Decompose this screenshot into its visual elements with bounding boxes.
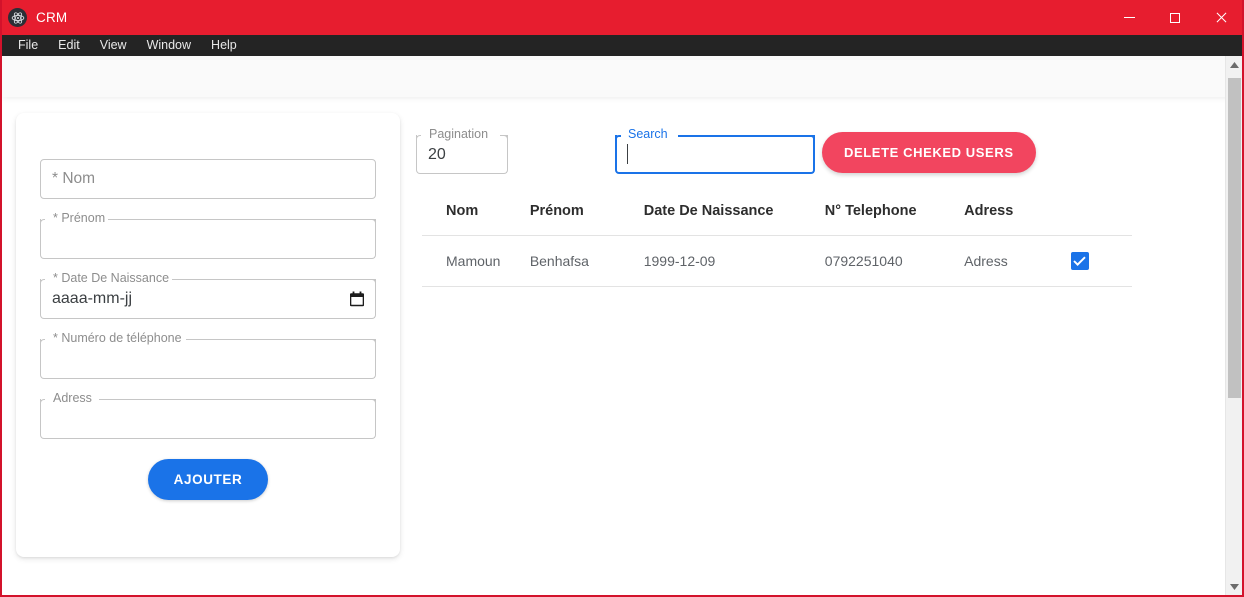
maximize-button[interactable] bbox=[1152, 0, 1198, 35]
field-date-label: * Date De Naissance bbox=[50, 271, 173, 285]
date-naissance-value[interactable]: aaaa-mm-jj bbox=[52, 290, 132, 308]
field-date-top-line bbox=[170, 279, 376, 280]
field-telephone[interactable]: * Numéro de téléphone bbox=[40, 331, 376, 379]
column-header-prenom[interactable]: Prénom bbox=[529, 197, 644, 236]
pagination-input[interactable] bbox=[416, 135, 508, 174]
menu-item-file[interactable]: File bbox=[8, 35, 48, 56]
adress-input[interactable] bbox=[40, 399, 376, 439]
window-controls bbox=[1106, 0, 1242, 35]
scroll-thumb[interactable] bbox=[1228, 78, 1241, 398]
menu-item-help[interactable]: Help bbox=[201, 35, 247, 56]
title-bar-left: CRM bbox=[2, 8, 68, 27]
field-pagination[interactable]: Pagination bbox=[416, 127, 508, 174]
field-prenom[interactable]: * Prénom bbox=[40, 211, 376, 259]
minimize-icon bbox=[1123, 17, 1135, 18]
nom-input[interactable] bbox=[40, 159, 376, 199]
users-panel: Pagination Search DELETE CHEKE bbox=[412, 97, 1222, 287]
scroll-up-button[interactable] bbox=[1226, 56, 1242, 73]
scroll-up-icon bbox=[1230, 61, 1239, 68]
users-table-head: Nom Prénom Date De Naissance N° Telephon… bbox=[422, 197, 1132, 236]
search-input[interactable] bbox=[615, 135, 815, 174]
cell-select bbox=[1070, 235, 1132, 287]
ajouter-button[interactable]: AJOUTER bbox=[147, 459, 269, 500]
window-title: CRM bbox=[36, 10, 68, 25]
column-header-telephone[interactable]: N° Telephone bbox=[824, 197, 965, 236]
telephone-input[interactable] bbox=[40, 339, 376, 379]
app-content-area: * Prénom * Date De Naissance aaaa-mm-jj bbox=[2, 56, 1242, 595]
field-adress[interactable]: Adress bbox=[40, 391, 376, 439]
cell-prenom: Benhafsa bbox=[529, 235, 644, 287]
users-table-body: Mamoun Benhafsa 1999-12-09 0792251040 Ad… bbox=[422, 235, 1132, 287]
app-window: CRM File Edit View Window Help * Nom * P… bbox=[0, 0, 1244, 597]
menu-bar: File Edit View Window Help bbox=[2, 35, 1242, 56]
cell-date-naissance: 1999-12-09 bbox=[643, 235, 825, 287]
title-bar[interactable]: CRM bbox=[2, 0, 1242, 35]
users-table: Nom Prénom Date De Naissance N° Telephon… bbox=[422, 197, 1132, 287]
table-header-row: Nom Prénom Date De Naissance N° Telephon… bbox=[422, 197, 1132, 236]
table-row[interactable]: Mamoun Benhafsa 1999-12-09 0792251040 Ad… bbox=[422, 235, 1132, 287]
cell-adress: Adress bbox=[964, 235, 1071, 287]
column-header-adress[interactable]: Adress bbox=[964, 197, 1071, 236]
calendar-icon[interactable] bbox=[350, 291, 364, 307]
add-user-form-card: * Prénom * Date De Naissance aaaa-mm-jj bbox=[16, 113, 400, 557]
submit-button-container: AJOUTER bbox=[40, 459, 376, 500]
column-header-date-naissance[interactable]: Date De Naissance bbox=[643, 197, 825, 236]
scroll-down-button[interactable] bbox=[1226, 578, 1242, 595]
field-date-naissance[interactable]: * Date De Naissance aaaa-mm-jj bbox=[40, 271, 376, 319]
field-search[interactable]: Search bbox=[615, 127, 815, 174]
cell-nom: Mamoun bbox=[422, 235, 530, 287]
prenom-input[interactable] bbox=[40, 219, 376, 259]
close-icon bbox=[1216, 12, 1226, 23]
vertical-scrollbar[interactable] bbox=[1225, 56, 1242, 595]
scroll-down-icon bbox=[1230, 583, 1239, 590]
maximize-icon bbox=[1170, 12, 1180, 23]
minimize-button[interactable] bbox=[1106, 0, 1152, 35]
field-date-corner-left bbox=[40, 279, 45, 284]
menu-item-edit[interactable]: Edit bbox=[48, 35, 90, 56]
column-header-select bbox=[1070, 197, 1132, 236]
column-header-nom[interactable]: Nom bbox=[422, 197, 530, 236]
electron-atom-icon bbox=[8, 8, 27, 27]
form-fields-container: * Prénom * Date De Naissance aaaa-mm-jj bbox=[16, 113, 400, 500]
delete-checked-users-button[interactable]: DELETE CHEKED USERS bbox=[822, 132, 1036, 173]
field-nom[interactable] bbox=[40, 159, 376, 199]
close-button[interactable] bbox=[1198, 0, 1242, 35]
app-toolbar-strip bbox=[2, 56, 1242, 97]
menu-item-view[interactable]: View bbox=[90, 35, 137, 56]
row-select-checkbox[interactable] bbox=[1070, 252, 1089, 270]
menu-item-window[interactable]: Window bbox=[137, 35, 201, 56]
users-toolbar: Pagination Search DELETE CHEKE bbox=[412, 97, 1222, 174]
checkmark-icon bbox=[1073, 256, 1087, 266]
cell-telephone: 0792251040 bbox=[824, 235, 965, 287]
